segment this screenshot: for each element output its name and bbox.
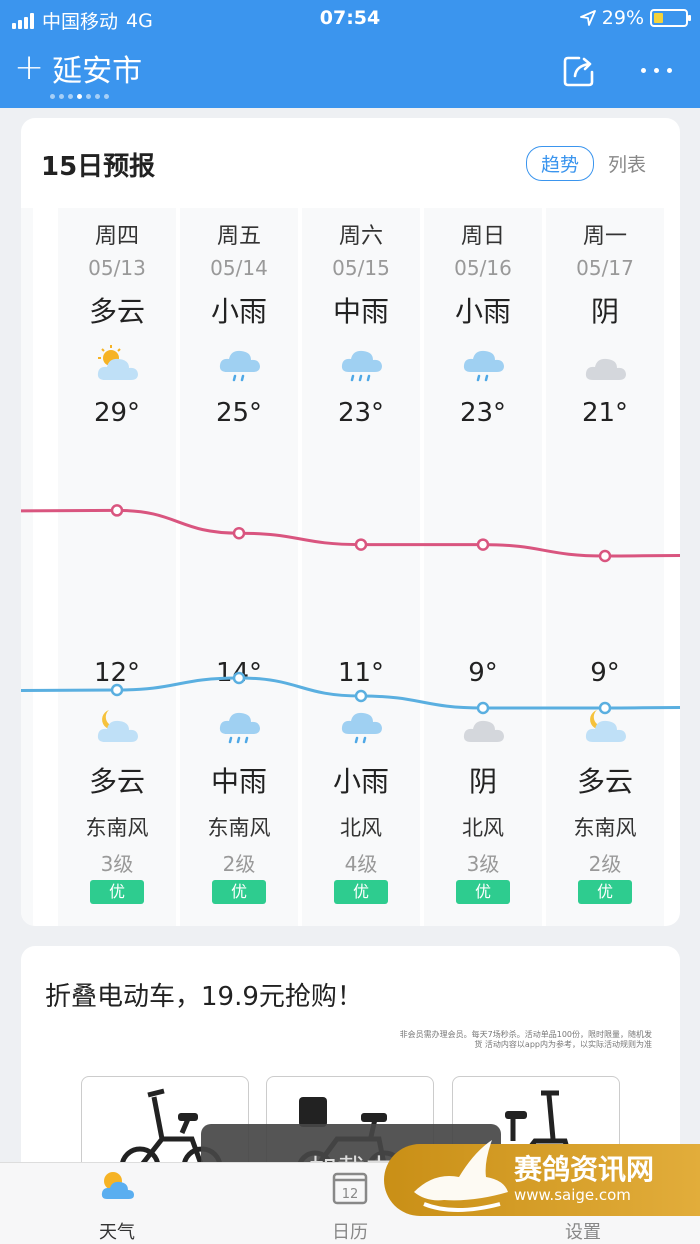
more-options-icon[interactable] (641, 68, 672, 73)
battery-percent: 29% (601, 7, 644, 29)
tab-weather-label: 天气 (99, 1222, 135, 1243)
add-city-button[interactable]: + 延安市 (14, 46, 142, 90)
share-icon[interactable] (562, 54, 596, 88)
tab-calendar-label: 日历 (332, 1222, 368, 1243)
top-bar: 中国移动 4G 07:54 29% + 延安市 (0, 0, 700, 108)
page-dot (86, 94, 91, 99)
watermark: 赛鸽资讯网 www.saige.com (384, 1140, 700, 1216)
high-temp-line (21, 508, 680, 558)
forecast-title: 15日预报 (41, 152, 156, 182)
low-temp-point (232, 671, 246, 685)
location-arrow-icon (579, 10, 596, 26)
calendar-icon: 12 (332, 1172, 368, 1205)
page-dot (59, 94, 64, 99)
pigeon-logo-icon (414, 1140, 508, 1212)
low-temp-point (476, 701, 490, 715)
svg-text:12: 12 (342, 1187, 359, 1202)
page-dot (68, 94, 73, 99)
watermark-url: www.saige.com (514, 1186, 631, 1204)
high-temp-point (598, 549, 612, 563)
trend-tab[interactable]: 趋势 (525, 146, 594, 181)
high-temp-point (110, 504, 124, 517)
battery-icon (650, 9, 691, 27)
view-toggle: 趋势 列表 (525, 146, 646, 181)
city-page-indicator (50, 94, 109, 99)
ad-fine-print: 非会员需办理会员。每天7场秒杀。活动单品100份，限时限量，随机发货 活动内容以… (399, 1030, 652, 1050)
plus-icon: + (14, 47, 45, 88)
page-dot (50, 94, 55, 99)
temperature-trend-chart (21, 504, 680, 715)
page-dot (77, 94, 82, 99)
tab-settings-label: 设置 (565, 1222, 601, 1243)
low-temp-point (354, 689, 368, 703)
ad-title: 折叠电动车，19.9元抢购！ (45, 982, 363, 1012)
low-temp-point (598, 701, 612, 715)
tab-weather[interactable]: 天气 (57, 1169, 177, 1244)
high-temp-point (354, 538, 368, 551)
header: + 延安市 (0, 40, 700, 92)
forecast-card: 15日预报 趋势 列表 周四 05/13 多云 29° 12° 多云 东南风 3级优周五 05/… (21, 118, 680, 926)
city-name: 延安市 (52, 54, 143, 89)
status-right: 29% (579, 7, 691, 29)
page-dot (104, 94, 109, 99)
high-temp-point (476, 538, 490, 551)
status-bar: 中国移动 4G 07:54 29% (0, 0, 700, 38)
low-temp-point (110, 683, 124, 697)
high-temp-point (232, 526, 246, 540)
weather-icon (101, 1172, 134, 1199)
watermark-name: 赛鸽资讯网 (514, 1153, 655, 1186)
list-tab[interactable]: 列表 (608, 150, 646, 177)
page-dot (95, 94, 100, 99)
